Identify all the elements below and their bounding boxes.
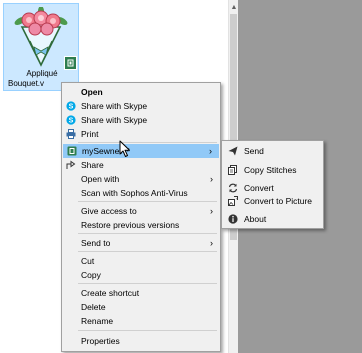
menu-item-give-access[interactable]: Give access to › bbox=[63, 204, 219, 218]
skype-icon: S bbox=[66, 101, 76, 111]
menu-item-restore-versions[interactable]: Restore previous versions bbox=[63, 218, 219, 232]
file-item-applique-bouquet[interactable]: Appliqué Bouquet.v bbox=[3, 3, 79, 91]
menu-item-properties[interactable]: Properties bbox=[63, 334, 219, 348]
submenu-item-label: Send bbox=[244, 146, 264, 156]
chevron-right-icon: › bbox=[209, 146, 212, 156]
menu-item-label: Cut bbox=[81, 256, 95, 266]
chevron-right-icon: › bbox=[210, 174, 213, 184]
menu-item-create-shortcut[interactable]: Create shortcut bbox=[63, 286, 219, 300]
menu-item-label: Create shortcut bbox=[81, 288, 140, 298]
mysewnet-submenu: Send Copy Stitches Convert Convert to Pi… bbox=[221, 140, 324, 229]
menu-item-rename[interactable]: Rename bbox=[63, 314, 219, 328]
menu-item-share-with-skype-2[interactable]: S Share with Skype bbox=[63, 113, 219, 127]
menu-item-label: Scan with Sophos Anti-Virus bbox=[81, 188, 188, 198]
menu-item-label: Share with Skype bbox=[81, 101, 148, 111]
submenu-item-send[interactable]: Send bbox=[223, 144, 322, 158]
mysewnet-icon bbox=[67, 146, 77, 156]
convert-icon bbox=[228, 183, 238, 193]
chevron-right-icon: › bbox=[210, 238, 213, 248]
menu-separator bbox=[78, 251, 217, 252]
menu-item-delete[interactable]: Delete bbox=[63, 300, 219, 314]
menu-separator bbox=[78, 233, 217, 234]
menu-separator bbox=[78, 142, 217, 143]
submenu-item-label: Convert bbox=[244, 183, 274, 193]
svg-text:S: S bbox=[69, 118, 74, 125]
convert-to-picture-icon bbox=[228, 196, 238, 206]
menu-item-label: Share with Skype bbox=[81, 115, 148, 125]
menu-separator bbox=[78, 330, 217, 331]
share-icon bbox=[66, 160, 76, 170]
submenu-item-label: Copy Stitches bbox=[244, 165, 297, 175]
menu-item-copy[interactable]: Copy bbox=[63, 268, 219, 282]
bouquet-thumbnail-icon bbox=[14, 7, 68, 67]
menu-item-mysewnet[interactable]: mySewnet™ › bbox=[63, 144, 219, 158]
mysewnet-badge-icon bbox=[64, 56, 77, 70]
menu-item-label: Open bbox=[81, 87, 103, 97]
menu-item-label: Restore previous versions bbox=[81, 220, 180, 230]
menu-item-label: Give access to bbox=[81, 206, 137, 216]
send-icon bbox=[228, 146, 238, 156]
menu-separator bbox=[78, 201, 217, 202]
menu-item-send-to[interactable]: Send to › bbox=[63, 236, 219, 250]
menu-item-cut[interactable]: Cut bbox=[63, 254, 219, 268]
menu-item-label: Send to bbox=[81, 238, 111, 248]
menu-item-open-with[interactable]: Open with › bbox=[63, 172, 219, 186]
menu-item-label: Share bbox=[81, 160, 104, 170]
menu-item-label: Open with bbox=[81, 174, 120, 184]
submenu-item-about[interactable]: About bbox=[223, 212, 322, 226]
menu-item-scan-sophos[interactable]: Scan with Sophos Anti-Virus bbox=[63, 186, 219, 200]
menu-item-label: Delete bbox=[81, 302, 106, 312]
menu-item-label: Rename bbox=[81, 316, 114, 326]
submenu-item-label: Convert to Picture bbox=[244, 196, 313, 206]
menu-separator bbox=[78, 283, 217, 284]
mouse-cursor-icon bbox=[119, 140, 130, 157]
menu-item-label: Print bbox=[81, 129, 99, 139]
svg-text:S: S bbox=[69, 104, 74, 111]
printer-icon bbox=[66, 129, 76, 139]
submenu-item-convert-to-picture[interactable]: Convert to Picture bbox=[223, 194, 322, 208]
skype-icon: S bbox=[66, 115, 76, 125]
submenu-item-label: About bbox=[244, 214, 267, 224]
menu-item-label: Properties bbox=[81, 336, 120, 346]
file-name-line1: Appliqué bbox=[26, 69, 58, 78]
menu-item-open[interactable]: Open bbox=[63, 85, 219, 99]
context-menu: Open S Share with Skype S Share with Sky… bbox=[61, 82, 221, 352]
menu-item-label: Copy bbox=[81, 270, 101, 280]
submenu-item-copy-stitches[interactable]: Copy Stitches bbox=[223, 163, 322, 177]
menu-item-share[interactable]: Share bbox=[63, 158, 219, 172]
menu-item-print[interactable]: Print bbox=[63, 127, 219, 141]
submenu-item-convert[interactable]: Convert bbox=[223, 181, 322, 195]
info-icon bbox=[228, 214, 238, 224]
chevron-right-icon: › bbox=[210, 206, 213, 216]
menu-item-share-with-skype[interactable]: S Share with Skype bbox=[63, 99, 219, 113]
copy-stitches-icon bbox=[228, 165, 238, 175]
